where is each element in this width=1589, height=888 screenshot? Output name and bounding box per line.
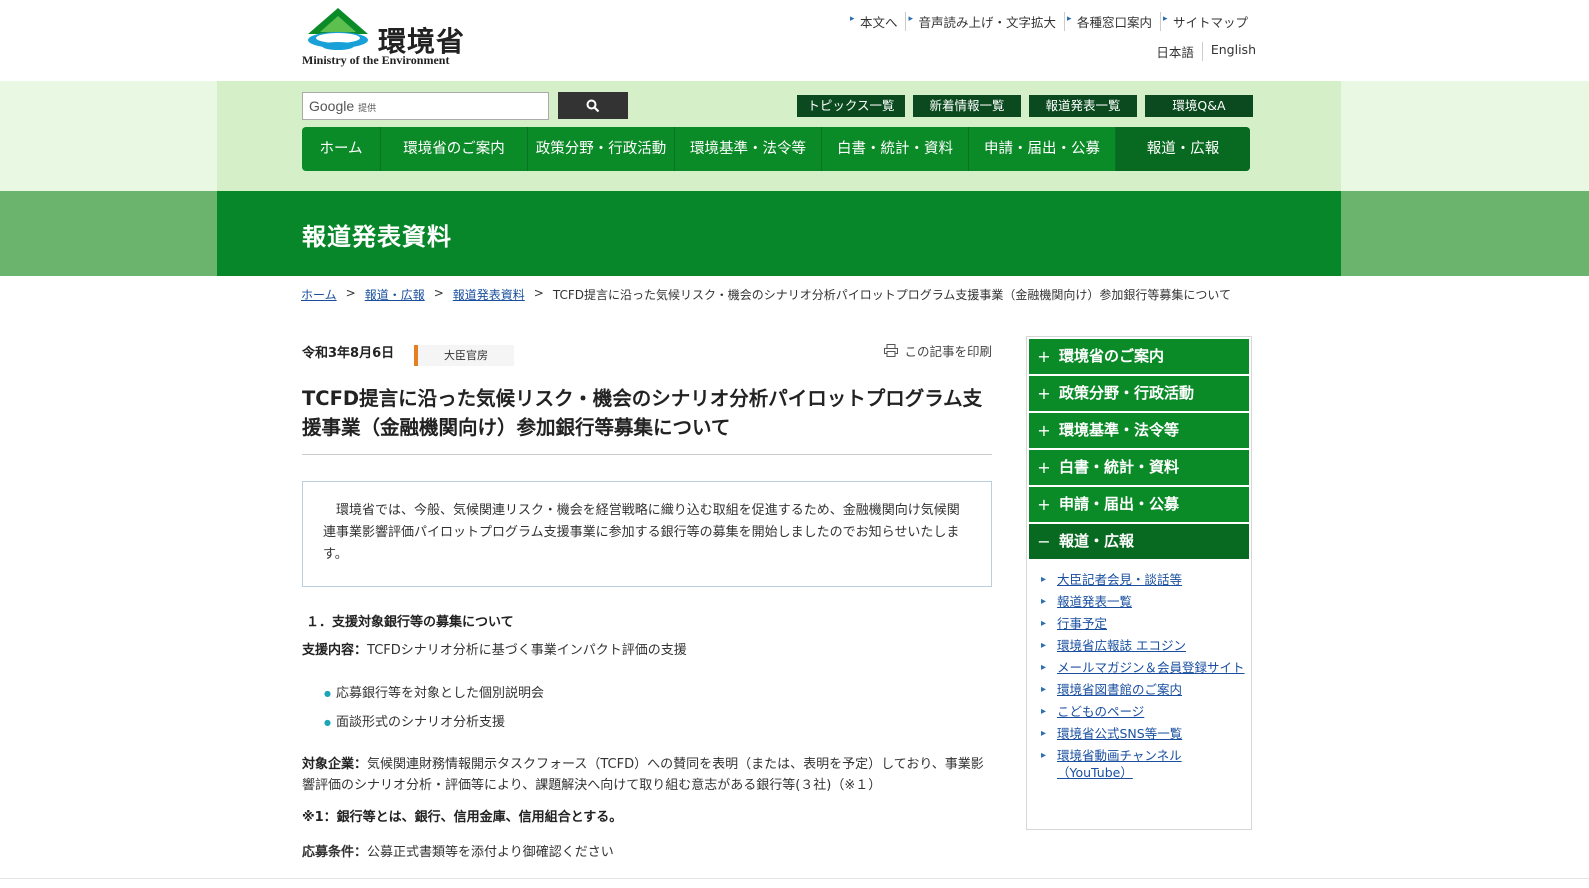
util-link-contact[interactable]: 各種窓口案内: [1063, 12, 1160, 31]
target-label: 対象企業：: [302, 757, 368, 772]
breadcrumb: ホーム > 報道・広報 > 報道発表資料 > TCFD提言に沿った気候リスク・機…: [301, 286, 1231, 303]
main-content: 令和3年8月6日 大臣官房 この記事を印刷 TCFD提言に沿った気候リスク・機会…: [302, 336, 992, 860]
sidebar-item-label: 環境基準・法令等: [1059, 421, 1180, 439]
util-link-accessibility[interactable]: 音声読み上げ・文字拡大: [905, 12, 1064, 31]
support-text: TCFDシナリオ分析に基づく事業インパクト評価の支援: [367, 643, 687, 658]
bottom-divider: [0, 878, 1589, 879]
plus-icon: +: [1037, 384, 1051, 403]
lang-japanese[interactable]: 日本語: [1148, 42, 1202, 61]
gnav-press[interactable]: 報道・広報: [1115, 127, 1250, 171]
footnote: ※1：銀行等とは、銀行、信用金庫、信用組合とする。: [302, 810, 623, 825]
title-band: 報道発表資料: [0, 191, 1589, 276]
search-input[interactable]: Google 提供: [302, 92, 549, 120]
logo-text-en: Ministry of the Environment: [302, 53, 450, 67]
search-icon: [586, 99, 600, 112]
sublink-sns[interactable]: 環境省公式SNS等一覧: [1041, 725, 1249, 742]
sidebar-item-press[interactable]: − 報道・広報: [1029, 524, 1249, 561]
util-link-sitemap[interactable]: サイトマップ: [1159, 12, 1256, 31]
page-title: 報道発表資料: [302, 223, 452, 251]
gnav-about[interactable]: 環境省のご案内: [380, 127, 527, 171]
sublink-youtube[interactable]: 環境省動画チャンネル（YouTube）: [1041, 747, 1249, 781]
article-title: TCFD提言に沿った気候リスク・機会のシナリオ分析パイロットプログラム支援事業（…: [302, 384, 992, 455]
lead-box: 環境省では、今般、気候関連リスク・機会を経営戦略に織り込む取組を促進するため、金…: [302, 481, 992, 587]
sublink-press-conference[interactable]: 大臣記者会見・談話等: [1041, 571, 1249, 588]
breadcrumb-press-releases[interactable]: 報道発表資料: [453, 286, 525, 303]
target-paragraph: 対象企業：気候関連財務情報開示タスクフォース（TCFD）への賛同を表明（または、…: [302, 754, 992, 796]
support-list: 応募銀行等を対象とした個別説明会 面談形式のシナリオ分析支援: [324, 685, 992, 732]
util-link-skip[interactable]: 本文へ: [848, 12, 906, 31]
article-meta: 令和3年8月6日 大臣官房 この記事を印刷: [302, 336, 992, 366]
sidebar-item-label: 報道・広報: [1059, 532, 1135, 550]
minus-icon: −: [1037, 532, 1051, 551]
gnav-whitepapers[interactable]: 白書・統計・資料: [821, 127, 968, 171]
sidebar: + 環境省のご案内 + 政策分野・行政活動 + 環境基準・法令等 + 白書・統計・資料 …: [1026, 336, 1252, 830]
lang-english[interactable]: English: [1201, 42, 1256, 61]
sidebar-item-whitepapers[interactable]: + 白書・統計・資料: [1029, 450, 1249, 487]
quick-links: トピックス一覧 新着情報一覧 報道発表一覧 環境Q&A: [797, 95, 1261, 117]
sublink-mail-magazine[interactable]: メールマガジン＆会員登録サイト: [1041, 659, 1249, 676]
breadcrumb-separator: >: [533, 286, 544, 300]
sidebar-item-label: 環境省のご案内: [1059, 347, 1165, 365]
sublink-kids[interactable]: こどものページ: [1041, 703, 1249, 720]
sublink-library[interactable]: 環境省図書館のご案内: [1041, 681, 1249, 698]
condition-paragraph: 応募条件：公募正式書類等を添付より御確認ください: [302, 841, 992, 860]
sidebar-item-label: 白書・統計・資料: [1059, 458, 1180, 476]
support-paragraph: 支援内容：TCFDシナリオ分析に基づく事業インパクト評価の支援: [302, 640, 992, 661]
sidebar-item-about[interactable]: + 環境省のご案内: [1029, 339, 1249, 376]
breadcrumb-current: TCFD提言に沿った気候リスク・機会のシナリオ分析パイロットプログラム支援事業（…: [552, 288, 1232, 302]
plus-icon: +: [1037, 421, 1051, 440]
section-heading: １．支援対象銀行等の募集について: [306, 615, 514, 630]
print-label: この記事を印刷: [904, 344, 992, 359]
plus-icon: +: [1037, 347, 1051, 366]
title-band-inner: 報道発表資料: [217, 191, 1341, 276]
search-brand: Google: [309, 98, 355, 114]
quick-link-press-releases[interactable]: 報道発表一覧: [1029, 95, 1137, 117]
sidebar-item-standards[interactable]: + 環境基準・法令等: [1029, 413, 1249, 450]
sidebar-sublinks: 大臣記者会見・談話等 報道発表一覧 行事予定 環境省広報誌 エコジン メールマガ…: [1029, 571, 1249, 781]
site-logo[interactable]: 環境省 Ministry of the Environment: [302, 6, 482, 70]
plus-icon: +: [1037, 458, 1051, 477]
gnav-standards[interactable]: 環境基準・法令等: [674, 127, 821, 171]
gnav-applications[interactable]: 申請・届出・公募: [968, 127, 1115, 171]
printer-icon: [884, 344, 899, 357]
quick-link-topics[interactable]: トピックス一覧: [797, 95, 905, 117]
site-search: Google 提供: [302, 92, 628, 120]
list-item: 応募銀行等を対象とした個別説明会: [324, 685, 992, 703]
gnav-home[interactable]: ホーム: [302, 127, 380, 171]
sublink-press-release-list[interactable]: 報道発表一覧: [1041, 593, 1249, 610]
condition-text: 公募正式書類等を添付より御確認ください: [367, 845, 614, 860]
target-text: 気候関連財務情報開示タスクフォース（TCFD）への賛同を表明（または、表明を予定…: [302, 757, 984, 793]
department-badge: 大臣官房: [414, 345, 514, 366]
condition-label: 応募条件：: [302, 845, 368, 860]
breadcrumb-press[interactable]: 報道・広報: [365, 286, 425, 303]
site-header: 環境省 Ministry of the Environment 本文へ 音声読み…: [0, 0, 1589, 81]
quick-link-qa[interactable]: 環境Q&A: [1145, 95, 1253, 117]
sidebar-item-label: 申請・届出・公募: [1059, 495, 1180, 513]
sidebar-item-applications[interactable]: + 申請・届出・公募: [1029, 487, 1249, 524]
support-label: 支援内容：: [302, 643, 368, 658]
search-brand-suffix: 提供: [358, 103, 377, 113]
breadcrumb-separator: >: [345, 286, 356, 300]
article-date: 令和3年8月6日: [302, 346, 395, 361]
print-link[interactable]: この記事を印刷: [884, 341, 992, 360]
breadcrumb-home[interactable]: ホーム: [301, 286, 337, 303]
language-switcher: 日本語 English: [1148, 42, 1256, 61]
sublink-events[interactable]: 行事予定: [1041, 615, 1249, 632]
gnav-policy[interactable]: 政策分野・行政活動: [527, 127, 674, 171]
breadcrumb-separator: >: [433, 286, 444, 300]
sidebar-item-policy[interactable]: + 政策分野・行政活動: [1029, 376, 1249, 413]
plus-icon: +: [1037, 495, 1051, 514]
ministry-logo-icon: [308, 8, 368, 50]
global-navigation: ホーム 環境省のご案内 政策分野・行政活動 環境基準・法令等 白書・統計・資料 …: [302, 127, 1250, 171]
utility-links: 本文へ 音声読み上げ・文字拡大 各種窓口案内 サイトマップ: [848, 12, 1256, 31]
sidebar-item-label: 政策分野・行政活動: [1059, 384, 1195, 402]
list-item: 面談形式のシナリオ分析支援: [324, 714, 992, 732]
sublink-ecojin[interactable]: 環境省広報誌 エコジン: [1041, 637, 1249, 654]
quick-link-whats-new[interactable]: 新着情報一覧: [913, 95, 1021, 117]
search-button[interactable]: [558, 92, 628, 119]
